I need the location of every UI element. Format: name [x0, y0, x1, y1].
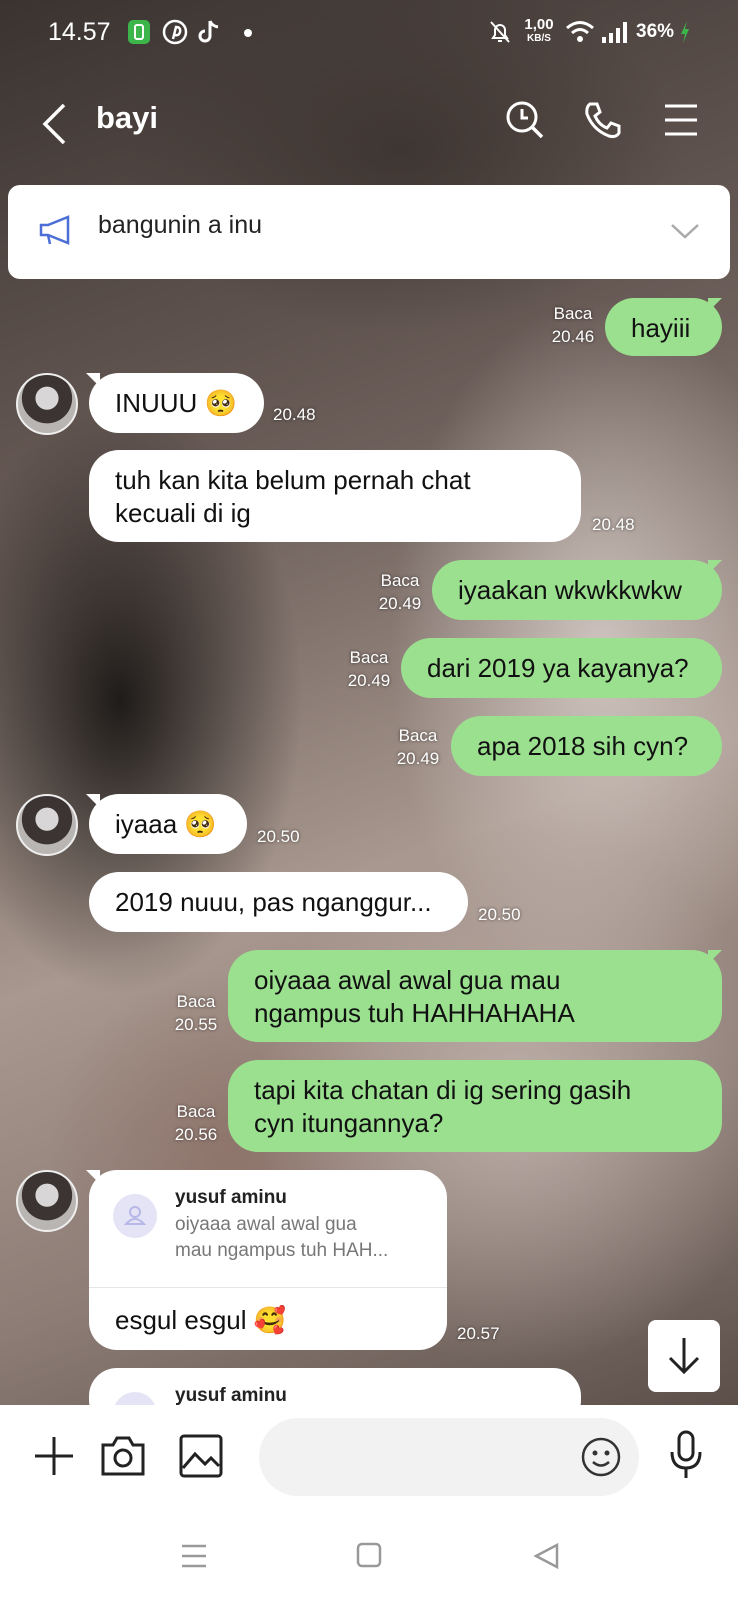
home-icon[interactable] — [356, 1542, 382, 1568]
network-speed: 1,00 — [524, 16, 554, 33]
reply-snippet: oiyaaa awal awal gua mau ngampus tuh HAH… — [175, 1212, 388, 1264]
menu-icon[interactable] — [664, 104, 698, 136]
bubble-tail — [708, 950, 722, 964]
bubble-tail — [86, 373, 100, 387]
app-icon — [128, 20, 150, 44]
reply-avatar — [113, 1194, 157, 1238]
read-receipt: Baca — [176, 992, 216, 1011]
message-time: 20.46 — [551, 327, 595, 346]
scroll-to-bottom-button[interactable] — [648, 1320, 720, 1392]
message-text: oiyaaa awal awal gua mau — [254, 965, 561, 995]
bubble-tail — [86, 1170, 100, 1184]
mic-icon[interactable] — [668, 1430, 704, 1480]
message-time: 20.55 — [174, 1015, 218, 1034]
battery-level: 36% — [636, 21, 675, 42]
message-time: 20.49 — [378, 594, 422, 613]
user-icon — [123, 1206, 147, 1225]
message-time: 20.50 — [257, 827, 300, 846]
message-bubble-outgoing[interactable]: iyaakan wkwkkwkw — [432, 560, 722, 620]
read-receipt: Baca — [349, 648, 389, 667]
message-bubble-outgoing[interactable]: tapi kita chatan di ig sering gasih cyn … — [228, 1060, 722, 1152]
message-text: 2019 nuuu, pas nganggur... — [115, 887, 432, 917]
arrow-down-icon — [668, 1338, 700, 1375]
plus-icon[interactable] — [33, 1435, 75, 1477]
mute-bell-icon — [490, 21, 510, 43]
reply-to-name: yusuf aminu — [175, 1385, 287, 1406]
status-time: 14.57 — [48, 18, 111, 46]
message-bubble-outgoing[interactable]: dari 2019 ya kayanya? — [401, 638, 722, 698]
contact-avatar[interactable] — [16, 794, 78, 856]
status-bar: 14.57 1,00 KB/S 36% — [0, 0, 738, 64]
message-text: iyaakan wkwkkwkw — [458, 575, 682, 605]
message-text: hayiii — [631, 313, 691, 343]
message-time: 20.56 — [174, 1125, 218, 1144]
message-time: 20.48 — [273, 405, 316, 424]
contact-avatar[interactable] — [16, 1170, 78, 1232]
message-bubble-outgoing[interactable]: hayiii — [605, 298, 722, 356]
chat-title[interactable]: bayi — [96, 100, 158, 136]
message-time: 20.57 — [457, 1324, 500, 1343]
message-bubble-incoming[interactable]: tuh kan kita belum pernah chat kecuali d… — [89, 450, 581, 542]
back-nav-icon[interactable] — [533, 1542, 559, 1570]
wifi-icon — [566, 21, 594, 42]
search-icon[interactable] — [505, 100, 545, 140]
gallery-icon[interactable] — [179, 1434, 223, 1478]
bubble-tail — [708, 298, 722, 312]
announcement-text: bangunin a inu — [98, 211, 263, 239]
message-text: tapi kita chatan di ig sering gasih — [254, 1075, 632, 1105]
read-receipt: Baca — [176, 1102, 216, 1121]
read-receipt: Baca — [398, 726, 438, 745]
reply-to-name: yusuf aminu — [175, 1187, 287, 1208]
message-time: 20.48 — [592, 515, 635, 534]
megaphone-icon — [39, 215, 70, 245]
message-time: 20.50 — [478, 905, 521, 924]
back-icon[interactable] — [40, 102, 68, 146]
message-text: apa 2018 sih cyn? — [477, 731, 689, 761]
message-time: 20.49 — [396, 749, 440, 768]
message-text: esgul esgul 🥰 — [115, 1305, 287, 1335]
message-text: dari 2019 ya kayanya? — [427, 653, 689, 683]
recents-icon[interactable] — [180, 1543, 208, 1569]
message-bubble-incoming[interactable]: 2019 nuuu, pas nganggur... — [89, 872, 468, 932]
battery-charging-icon — [681, 21, 689, 43]
message-text: iyaaa 🥺 — [115, 809, 217, 839]
message-text: ngampus tuh HAHHAHAHA — [254, 998, 575, 1028]
signal-icon — [602, 22, 627, 43]
message-bubble-incoming[interactable]: iyaaa 🥺 — [89, 794, 247, 854]
message-text: INUUU 🥺 — [115, 388, 237, 418]
message-text: kecuali di ig — [115, 498, 251, 528]
read-receipt: Baca — [380, 571, 420, 590]
message-bubble-incoming[interactable]: INUUU 🥺 — [89, 373, 264, 433]
message-bubble-outgoing[interactable]: apa 2018 sih cyn? — [451, 716, 722, 776]
read-receipt: Baca — [553, 304, 593, 323]
dot-icon — [244, 29, 252, 37]
message-text: cyn itungannya? — [254, 1108, 444, 1138]
message-time: 20.49 — [347, 671, 391, 690]
reply-snippet-line: oiyaaa awal awal gua — [175, 1214, 357, 1235]
bubble-tail — [708, 560, 722, 574]
message-bubble-outgoing[interactable]: oiyaaa awal awal gua mau ngampus tuh HAH… — [228, 950, 722, 1042]
reply-snippet-line: mau ngampus tuh HAH... — [175, 1240, 389, 1261]
bubble-tail — [86, 794, 100, 808]
camera-icon[interactable] — [100, 1433, 146, 1477]
emoji-icon[interactable] — [580, 1436, 622, 1478]
phone-icon[interactable] — [583, 100, 623, 140]
pinterest-icon — [162, 19, 188, 45]
chevron-down-icon[interactable] — [670, 222, 700, 240]
tiktok-icon — [198, 20, 219, 43]
reply-divider — [89, 1287, 447, 1288]
message-text: tuh kan kita belum pernah chat — [115, 465, 471, 495]
network-speed-unit: KB/S — [527, 33, 551, 44]
contact-avatar[interactable] — [16, 373, 78, 435]
